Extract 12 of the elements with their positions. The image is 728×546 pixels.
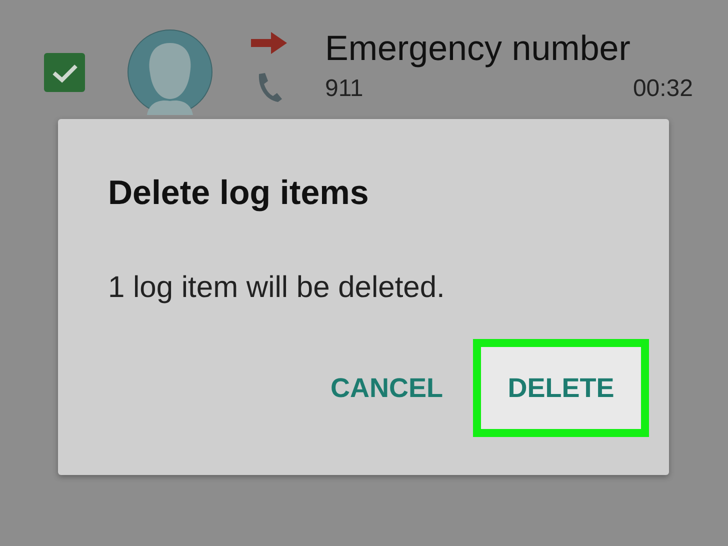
checkbox[interactable] [44, 53, 85, 92]
call-duration: 00:32 [632, 74, 693, 102]
avatar-icon [127, 28, 213, 114]
dialog-button[interactable]: CANCEL [330, 339, 443, 437]
arrow-icon [251, 32, 287, 54]
phone-icon [256, 72, 282, 102]
phone-number: 911 [325, 74, 364, 102]
check-icon [50, 62, 78, 84]
dialog-message: 1 log item will be deleted. [108, 271, 446, 305]
contact-name: Emergency number [325, 28, 632, 68]
dialog-title: Delete log items [108, 174, 370, 213]
dialog-button[interactable]: DELETE [473, 339, 649, 437]
